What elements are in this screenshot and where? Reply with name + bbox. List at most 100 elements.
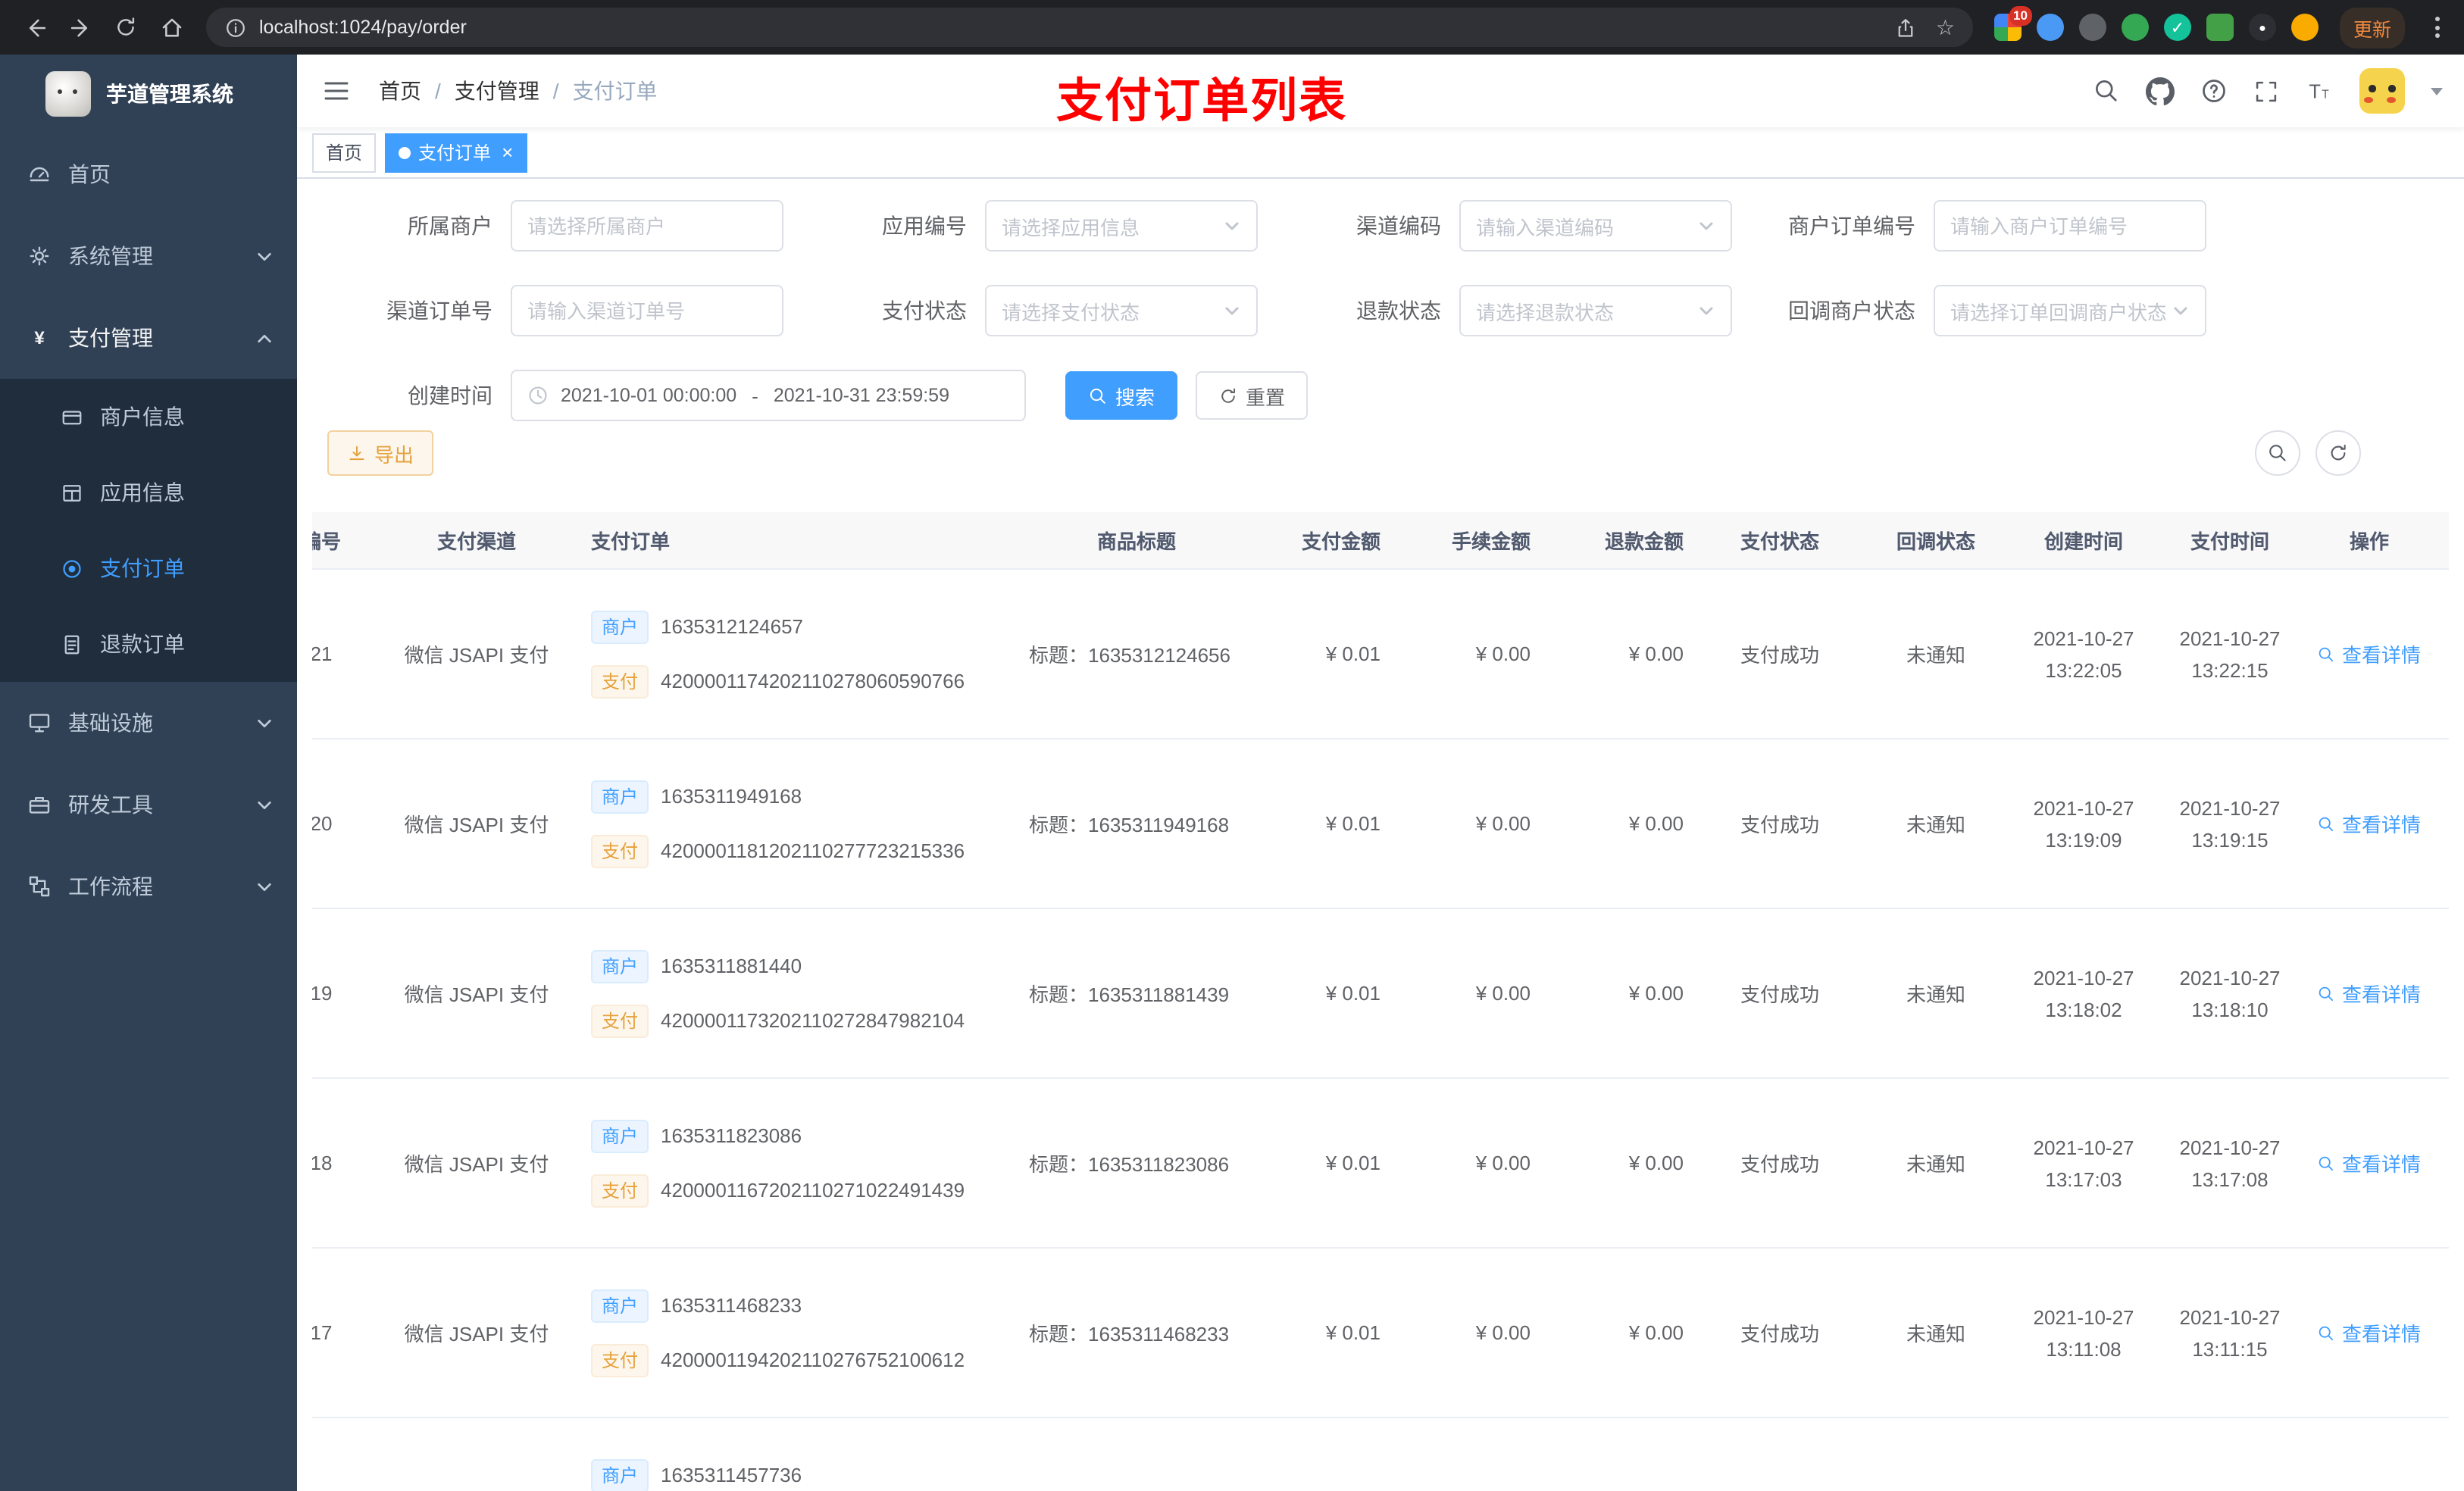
close-icon[interactable]: ×	[502, 142, 513, 162]
table-row: 21 微信 JSAPI 支付 商户 1635312124657 支付 4200001…	[312, 570, 2449, 739]
view-detail-link[interactable]: 查看详情	[2318, 809, 2421, 838]
magnifier-icon	[2319, 986, 2334, 1001]
reset-button[interactable]: 重置	[1196, 371, 1309, 420]
view-detail-link[interactable]: 查看详情	[2318, 1318, 2421, 1347]
search-icon[interactable]	[2093, 77, 2120, 105]
back-icon[interactable]	[15, 8, 55, 47]
breadcrumb-section[interactable]: 支付管理	[455, 76, 539, 106]
sidebar-item-dev-tools[interactable]: 研发工具	[0, 764, 297, 846]
extension-drop-icon[interactable]	[2036, 14, 2064, 41]
fullscreen-icon[interactable]	[2253, 78, 2279, 104]
extension-gray-icon[interactable]	[2078, 14, 2106, 41]
table-icon	[63, 484, 81, 501]
merchant-order-no-input[interactable]	[1934, 200, 2206, 252]
create-time-cell: 2021-10-27 13:19:09	[2033, 796, 2134, 851]
export-button[interactable]: 导出	[327, 430, 434, 476]
home-icon[interactable]	[152, 8, 191, 47]
url-bar[interactable]: localhost:1024/pay/order ☆	[206, 8, 1973, 47]
merchant-tag: 商户	[591, 1119, 649, 1152]
sidebar-item-merchant-info[interactable]: 商户信息	[0, 379, 297, 455]
sidebar-item-pay-order[interactable]: 支付订单	[0, 530, 297, 606]
download-icon	[349, 445, 364, 460]
question-icon[interactable]	[2200, 77, 2228, 105]
merchant-input[interactable]	[511, 200, 783, 252]
channel-code-select[interactable]: 请输入渠道编码	[1459, 200, 1732, 252]
merchant-tag: 商户	[591, 610, 649, 643]
sidebar-item-workflow[interactable]: 工作流程	[0, 846, 297, 927]
pay-channel: 微信 JSAPI 支付	[404, 1153, 549, 1176]
callback-status-select[interactable]: 请选择订单回调商户状态	[1934, 285, 2206, 336]
user-avatar[interactable]	[2359, 68, 2405, 114]
hamburger-icon[interactable]	[315, 70, 358, 112]
extension-face-icon[interactable]	[2290, 14, 2319, 41]
card-icon	[62, 410, 82, 424]
sidebar-logo[interactable]: 芋道管理系统	[0, 55, 297, 133]
filter-label: 回调商户状态	[1788, 299, 1915, 323]
merchant-order-no: 1635311881440	[661, 955, 802, 977]
refresh-button[interactable]	[2315, 430, 2361, 476]
toggle-search-button[interactable]	[2255, 430, 2300, 476]
breadcrumb-home[interactable]: 首页	[379, 76, 421, 106]
workflow-icon	[29, 876, 50, 897]
sidebar-item-home[interactable]: 首页	[0, 133, 297, 215]
search-icon	[1090, 387, 1105, 403]
svg-text:T: T	[2309, 81, 2321, 102]
sidebar-item-app-info[interactable]: 应用信息	[0, 455, 297, 530]
product-title: 标题：1635312124656	[1029, 644, 1230, 667]
pay-tag: 支付	[591, 1343, 649, 1377]
app-select[interactable]: 请选择应用信息	[985, 200, 1258, 252]
share-icon[interactable]	[1895, 16, 1918, 39]
extension-green-icon[interactable]	[2121, 14, 2149, 41]
fee-amount: ¥ 0.00	[1475, 982, 1531, 1005]
refund-amount: ¥ 0.00	[1628, 1321, 1684, 1344]
extension-colorful-icon[interactable]: 10	[1993, 6, 2032, 41]
order-id: 18	[312, 1152, 333, 1174]
filter-form: 所属商户 应用编号 请选择应用信息 渠道编码 请输入渠道编码 商户订单编号	[312, 200, 2449, 421]
channel-order-no: 4200001181202110277723215336	[661, 839, 965, 862]
info-icon[interactable]	[224, 16, 247, 39]
breadcrumb-current: 支付订单	[572, 79, 658, 103]
tab-home[interactable]: 首页	[312, 133, 377, 172]
dashboard-icon	[30, 167, 49, 182]
pay-status: 支付成功	[1740, 644, 1819, 667]
font-size-icon[interactable]: TT	[2305, 78, 2334, 104]
view-detail-link[interactable]: 查看详情	[2318, 1488, 2421, 1491]
chevron-down-icon	[256, 878, 273, 895]
pay-status-select[interactable]: 请选择支付状态	[985, 285, 1258, 336]
merchant-tag: 商户	[591, 1458, 649, 1491]
chevron-down-icon	[1223, 302, 1241, 320]
view-detail-link[interactable]: 查看详情	[2318, 979, 2421, 1008]
search-button[interactable]: 搜索	[1065, 371, 1178, 420]
browser-update-button[interactable]: 更新	[2339, 7, 2405, 48]
pay-submenu: 商户信息 应用信息 支付订单 退款订单	[0, 379, 297, 682]
extension-check-icon[interactable]: ✓	[2163, 14, 2191, 41]
bookmark-star-icon[interactable]: ☆	[1936, 14, 1955, 40]
sidebar-item-infrastructure[interactable]: 基础设施	[0, 682, 297, 764]
view-detail-link[interactable]: 查看详情	[2318, 639, 2421, 668]
filter-label: 支付状态	[882, 299, 967, 323]
channel-order-no-input[interactable]	[511, 285, 783, 336]
magnifier-icon	[2319, 816, 2334, 831]
github-icon[interactable]	[2146, 77, 2175, 105]
url-text: localhost:1024/pay/order	[259, 17, 467, 38]
refund-amount: ¥ 0.00	[1628, 642, 1684, 665]
merchant-tag: 商户	[591, 1289, 649, 1322]
refund-status-select[interactable]: 请选择退款状态	[1459, 285, 1732, 336]
magnifier-icon	[2319, 1325, 2334, 1340]
create-time-range-picker[interactable]: 2021-10-01 00:00:00 - 2021-10-31 23:59:5…	[511, 370, 1026, 421]
search-icon	[2269, 445, 2286, 461]
reload-icon[interactable]	[106, 8, 145, 47]
gear-icon	[30, 246, 49, 266]
sidebar-item-system[interactable]: 系统管理	[0, 215, 297, 297]
tab-pay-order[interactable]: 支付订单 ×	[385, 133, 527, 172]
extension-pin-icon[interactable]: ●	[2248, 14, 2276, 41]
sidebar-item-refund-order[interactable]: 退款订单	[0, 606, 297, 682]
view-detail-link[interactable]: 查看详情	[2318, 1149, 2421, 1177]
chevron-down-icon[interactable]	[2431, 87, 2443, 95]
pay-status: 支付成功	[1740, 983, 1819, 1006]
merchant-order-no: 1635311949168	[661, 785, 802, 808]
extension-chat-icon[interactable]	[2206, 14, 2234, 41]
sidebar-item-pay[interactable]: ¥ 支付管理	[0, 297, 297, 379]
more-vertical-icon[interactable]	[2426, 17, 2449, 38]
forward-icon[interactable]	[61, 8, 100, 47]
